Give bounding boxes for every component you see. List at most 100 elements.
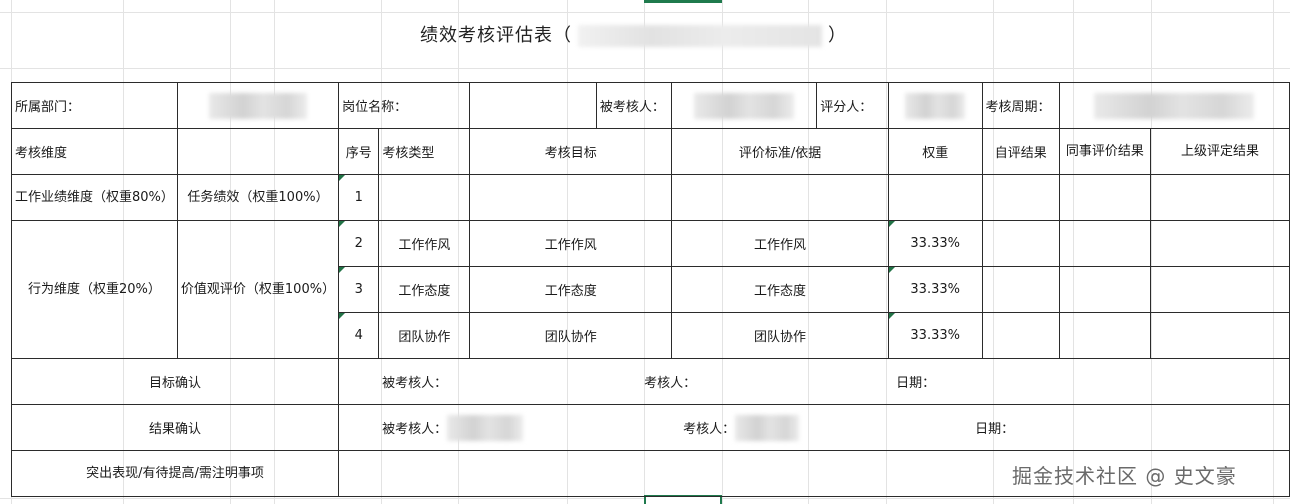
row1-superior-eval[interactable] bbox=[1149, 174, 1290, 221]
col-superior-eval[interactable]: 上级评定结果 bbox=[1149, 128, 1290, 175]
row4-goal-value: 团队协作 bbox=[544, 330, 597, 345]
col-peer-eval-label: 同事评价结果 bbox=[1065, 144, 1144, 159]
row2-type[interactable]: 工作作风 bbox=[378, 220, 471, 267]
row3-goal-value: 工作态度 bbox=[544, 284, 597, 299]
row2-seq-value: 2 bbox=[354, 236, 363, 251]
selected-cell-border-top bbox=[644, 0, 722, 3]
row1-type[interactable] bbox=[378, 174, 471, 221]
performance-dimension-label: 工作业绩维度（权重80%） bbox=[15, 190, 174, 205]
behavior-dimension-label: 行为维度（权重20%） bbox=[28, 282, 161, 297]
col-criteria[interactable]: 评价标准/依据 bbox=[671, 128, 889, 175]
dept-value-cell[interactable] bbox=[176, 82, 340, 129]
row2-superior-eval[interactable] bbox=[1149, 220, 1290, 267]
comment-marker bbox=[889, 313, 895, 319]
comment-marker bbox=[889, 267, 895, 273]
sheet-title[interactable]: 绩效考核评估表（ ） bbox=[420, 22, 847, 50]
row3-peer-eval[interactable] bbox=[1058, 266, 1151, 313]
col-subdimension[interactable] bbox=[176, 128, 340, 175]
value-evaluation-cell[interactable]: 价值观评价（权重100%） bbox=[176, 220, 340, 359]
row1-seq[interactable]: 1 bbox=[338, 174, 380, 221]
comment-marker bbox=[339, 221, 346, 227]
result-assessor-redacted bbox=[735, 414, 800, 441]
row3-weight-value: 33.33% bbox=[910, 282, 960, 297]
col-self-eval[interactable]: 自评结果 bbox=[981, 128, 1060, 175]
period-redacted bbox=[1094, 92, 1255, 119]
row4-peer-eval[interactable] bbox=[1058, 312, 1151, 359]
col-type[interactable]: 考核类型 bbox=[378, 128, 471, 175]
assessee-label-cell[interactable]: 被考核人： bbox=[595, 82, 673, 129]
remarks-label-cell[interactable]: 突出表现/有待提高/需注明事项 bbox=[10, 450, 340, 497]
comment-marker bbox=[339, 175, 346, 181]
row1-self-eval[interactable] bbox=[981, 174, 1060, 221]
row2-seq[interactable]: 2 bbox=[338, 220, 380, 267]
row3-seq[interactable]: 3 bbox=[338, 266, 380, 313]
row4-superior-eval[interactable] bbox=[1149, 312, 1290, 359]
position-label-cell[interactable]: 岗位名称： bbox=[338, 82, 471, 129]
assessee-value-cell[interactable] bbox=[671, 82, 818, 129]
position-label: 岗位名称： bbox=[342, 100, 408, 115]
row3-goal[interactable]: 工作态度 bbox=[469, 266, 673, 313]
row3-weight[interactable]: 33.33% bbox=[887, 266, 983, 313]
rater-label-cell[interactable]: 评分人： bbox=[816, 82, 889, 129]
row2-goal-value: 工作作风 bbox=[544, 238, 597, 253]
performance-dimension-cell[interactable]: 工作业绩维度（权重80%） bbox=[11, 174, 178, 221]
table-row: 工作业绩维度（权重80%） 任务绩效（权重100%） 1 bbox=[11, 174, 1290, 221]
dept-label-cell[interactable]: 所属部门： bbox=[11, 82, 178, 129]
row3-superior-eval[interactable] bbox=[1149, 266, 1290, 313]
row1-peer-eval[interactable] bbox=[1058, 174, 1151, 221]
rater-value-cell[interactable] bbox=[887, 82, 983, 129]
result-confirm-signatures[interactable]: 被考核人： 考核人： 日期： bbox=[338, 404, 1290, 451]
row2-peer-eval[interactable] bbox=[1058, 220, 1151, 267]
row2-criteria-value: 工作作风 bbox=[754, 238, 807, 253]
goal-confirm-label: 目标确认 bbox=[149, 376, 202, 391]
col-weight[interactable]: 权重 bbox=[887, 128, 983, 175]
row3-type[interactable]: 工作态度 bbox=[378, 266, 471, 313]
col-criteria-label: 评价标准/依据 bbox=[738, 146, 822, 161]
row3-seq-value: 3 bbox=[354, 282, 363, 297]
col-dimension[interactable]: 考核维度 bbox=[11, 128, 178, 175]
period-value-cell[interactable] bbox=[1058, 82, 1290, 129]
row4-criteria-value: 团队协作 bbox=[754, 330, 807, 345]
row4-goal[interactable]: 团队协作 bbox=[469, 312, 673, 359]
result-confirm-label-cell[interactable]: 结果确认 bbox=[10, 404, 340, 451]
result-assessee-label: 被考核人： bbox=[382, 422, 448, 437]
rater-label: 评分人： bbox=[820, 100, 873, 115]
row1-seq-value: 1 bbox=[354, 190, 363, 205]
title-right: ） bbox=[828, 25, 847, 46]
row1-weight[interactable] bbox=[887, 174, 983, 221]
row4-seq[interactable]: 4 bbox=[338, 312, 380, 359]
row4-type[interactable]: 团队协作 bbox=[378, 312, 471, 359]
row3-criteria[interactable]: 工作态度 bbox=[671, 266, 889, 313]
col-superior-eval-label: 上级评定结果 bbox=[1180, 144, 1259, 159]
row2-criteria[interactable]: 工作作风 bbox=[671, 220, 889, 267]
row4-criteria[interactable]: 团队协作 bbox=[671, 312, 889, 359]
row4-seq-value: 4 bbox=[354, 328, 363, 343]
col-goal[interactable]: 考核目标 bbox=[469, 128, 673, 175]
row1-criteria[interactable] bbox=[671, 174, 889, 221]
value-evaluation-label: 价值观评价（权重100%） bbox=[180, 282, 336, 297]
behavior-dimension-cell[interactable]: 行为维度（权重20%） bbox=[11, 220, 178, 359]
col-weight-label: 权重 bbox=[922, 146, 949, 161]
row3-self-eval[interactable] bbox=[981, 266, 1060, 313]
result-assessor-label: 考核人： bbox=[683, 422, 736, 437]
row2-goal[interactable]: 工作作风 bbox=[469, 220, 673, 267]
position-value-cell[interactable] bbox=[469, 82, 597, 129]
period-label-cell[interactable]: 考核周期： bbox=[981, 82, 1060, 129]
row2-weight[interactable]: 33.33% bbox=[887, 220, 983, 267]
col-peer-eval[interactable]: 同事评价结果 bbox=[1058, 128, 1151, 175]
row4-self-eval[interactable] bbox=[981, 312, 1060, 359]
assessee-redacted bbox=[694, 92, 795, 119]
row4-weight-value: 33.33% bbox=[910, 328, 960, 343]
row2-self-eval[interactable] bbox=[981, 220, 1060, 267]
row3-type-value: 工作态度 bbox=[398, 284, 451, 299]
title-redacted bbox=[578, 25, 822, 47]
comment-marker bbox=[339, 267, 346, 273]
row4-weight[interactable]: 33.33% bbox=[887, 312, 983, 359]
goal-confirm-label-cell[interactable]: 目标确认 bbox=[10, 358, 340, 405]
goal-confirm-signatures[interactable]: 被考核人： 考核人： 日期： bbox=[338, 358, 1290, 405]
col-dimension-label: 考核维度 bbox=[15, 146, 68, 161]
row1-goal[interactable] bbox=[469, 174, 673, 221]
col-self-eval-label: 自评结果 bbox=[994, 146, 1047, 161]
task-performance-cell[interactable]: 任务绩效（权重100%） bbox=[176, 174, 340, 221]
col-seq[interactable]: 序号 bbox=[338, 128, 380, 175]
